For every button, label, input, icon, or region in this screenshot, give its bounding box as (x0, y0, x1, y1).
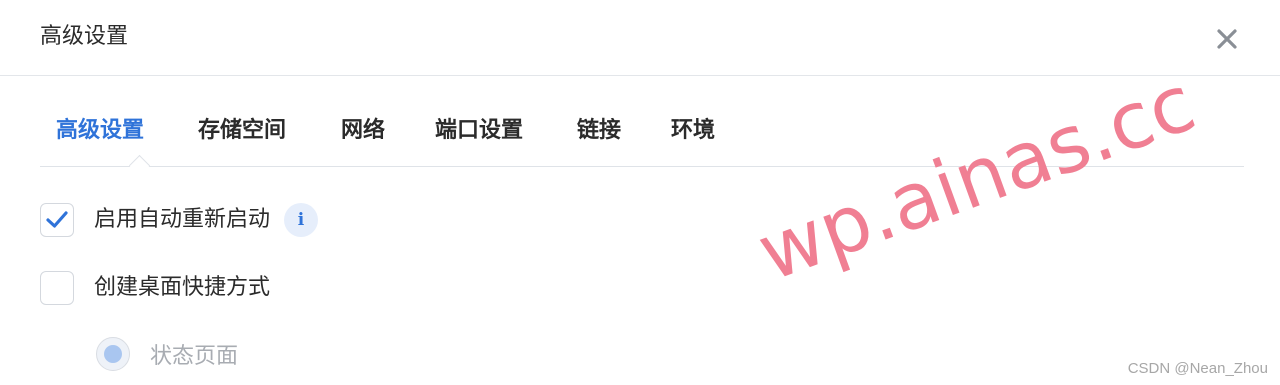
tab-advanced-settings[interactable]: 高级设置 (56, 116, 144, 146)
auto-restart-label: 启用自动重新启动 (94, 207, 271, 232)
status-page-label: 状态页面 (150, 344, 239, 369)
info-button[interactable]: i (284, 203, 319, 237)
auto-restart-option: 启用自动重新启动 i (40, 202, 319, 238)
dialog-header: 高级设置 (0, 0, 1280, 76)
tab-storage[interactable]: 存储空间 (198, 116, 286, 146)
desktop-shortcut-label: 创建桌面快捷方式 (94, 275, 271, 300)
desktop-shortcut-option: 创建桌面快捷方式 (40, 270, 270, 306)
tab-bar: 高级设置 存储空间 网络 端口设置 链接 环境 (40, 110, 1244, 177)
checkmark-icon (46, 211, 68, 228)
tab-environment[interactable]: 环境 (671, 116, 715, 146)
desktop-shortcut-checkbox[interactable] (40, 271, 74, 305)
dialog-title: 高级设置 (40, 24, 129, 49)
advanced-settings-dialog: 高级设置 高级设置 存储空间 网络 端口设置 链接 环境 启用自动重新启动 i … (0, 0, 1280, 385)
tab-links[interactable]: 链接 (577, 116, 621, 146)
info-icon: i (297, 210, 305, 230)
credit-text: CSDN @Nean_Zhou (1127, 360, 1268, 377)
close-button[interactable] (1210, 22, 1244, 56)
close-icon (1217, 29, 1237, 49)
radio-selected-dot (104, 345, 122, 363)
active-tab-indicator (128, 154, 151, 177)
tab-network[interactable]: 网络 (341, 116, 385, 146)
auto-restart-checkbox[interactable] (40, 203, 74, 237)
status-page-option: 状态页面 (96, 336, 238, 372)
status-page-radio[interactable] (96, 337, 130, 371)
tab-port-settings[interactable]: 端口设置 (435, 116, 523, 146)
